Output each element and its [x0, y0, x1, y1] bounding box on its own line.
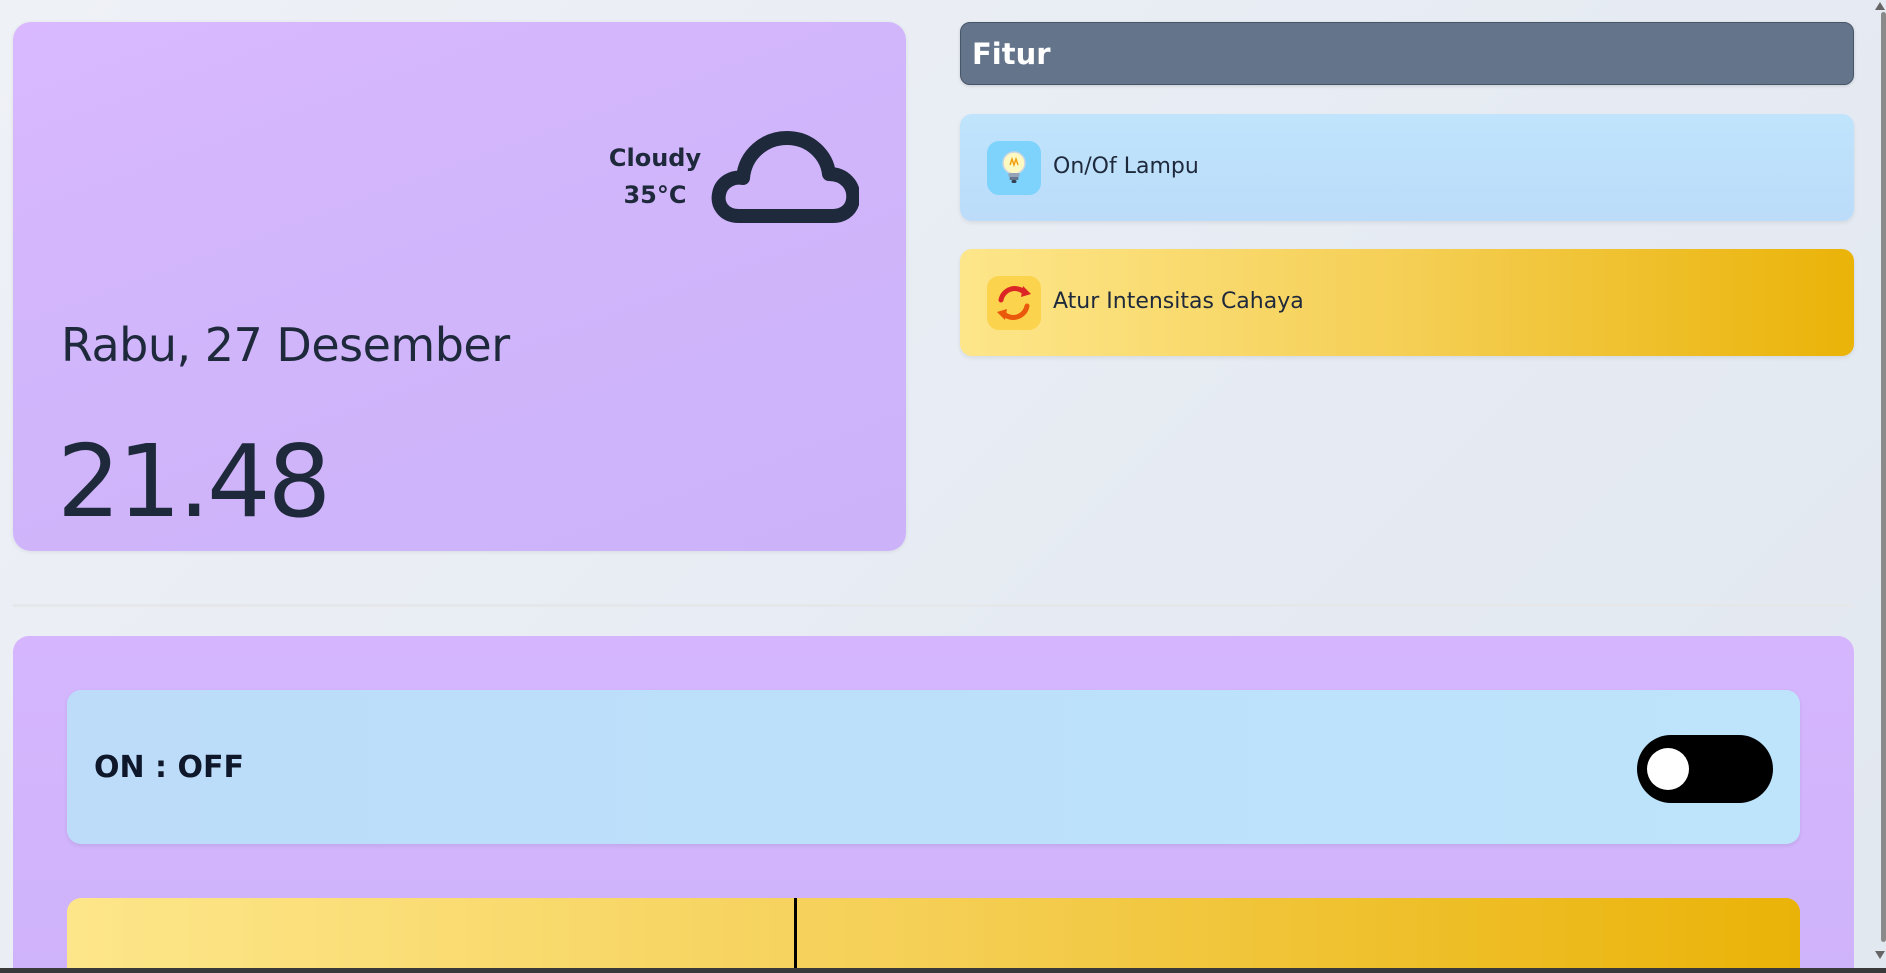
slider-fill — [67, 898, 795, 973]
scroll-up-arrow-icon[interactable] — [1875, 2, 1885, 10]
control-card: ON : OFF — [13, 636, 1854, 973]
feature-intensity-label: Atur Intensitas Cahaya — [1053, 289, 1304, 314]
scrollbar-thumb[interactable] — [1881, 12, 1886, 942]
toggle-knob — [1647, 748, 1689, 790]
scroll-down-arrow-icon[interactable] — [1875, 951, 1885, 959]
feature-light-intensity[interactable]: Atur Intensitas Cahaya — [960, 249, 1854, 356]
intensity-slider[interactable] — [67, 898, 1800, 973]
section-divider — [13, 604, 1854, 607]
clock-display: 21.48 — [57, 423, 331, 540]
date-display: Rabu, 27 Desember — [61, 318, 510, 372]
feature-lamp-label: On/Of Lampu — [1053, 154, 1199, 179]
lamp-toggle-switch[interactable] — [1637, 735, 1773, 803]
light-bulb-icon — [987, 141, 1041, 195]
weather-card: Cloudy 35°C Rabu, 27 Desember 21.48 — [13, 22, 906, 551]
window-bottom-edge — [0, 968, 1886, 973]
cloud-icon — [711, 131, 859, 223]
features-title: Fitur — [972, 37, 1051, 71]
page-scrollbar[interactable] — [1875, 0, 1886, 973]
dashboard-page: Cloudy 35°C Rabu, 27 Desember 21.48 Fitu… — [0, 0, 1886, 973]
weather-condition: Cloudy — [608, 144, 702, 172]
features-header: Fitur — [960, 22, 1854, 85]
feature-toggle-lamp[interactable]: On/Of Lampu — [960, 114, 1854, 221]
refresh-icon — [987, 276, 1041, 330]
weather-temperature: 35°C — [623, 181, 687, 209]
weather-info: Cloudy 35°C — [597, 140, 713, 214]
lamp-toggle-panel: ON : OFF — [67, 690, 1800, 844]
slider-thumb[interactable] — [794, 898, 797, 973]
toggle-label: ON : OFF — [94, 750, 244, 785]
